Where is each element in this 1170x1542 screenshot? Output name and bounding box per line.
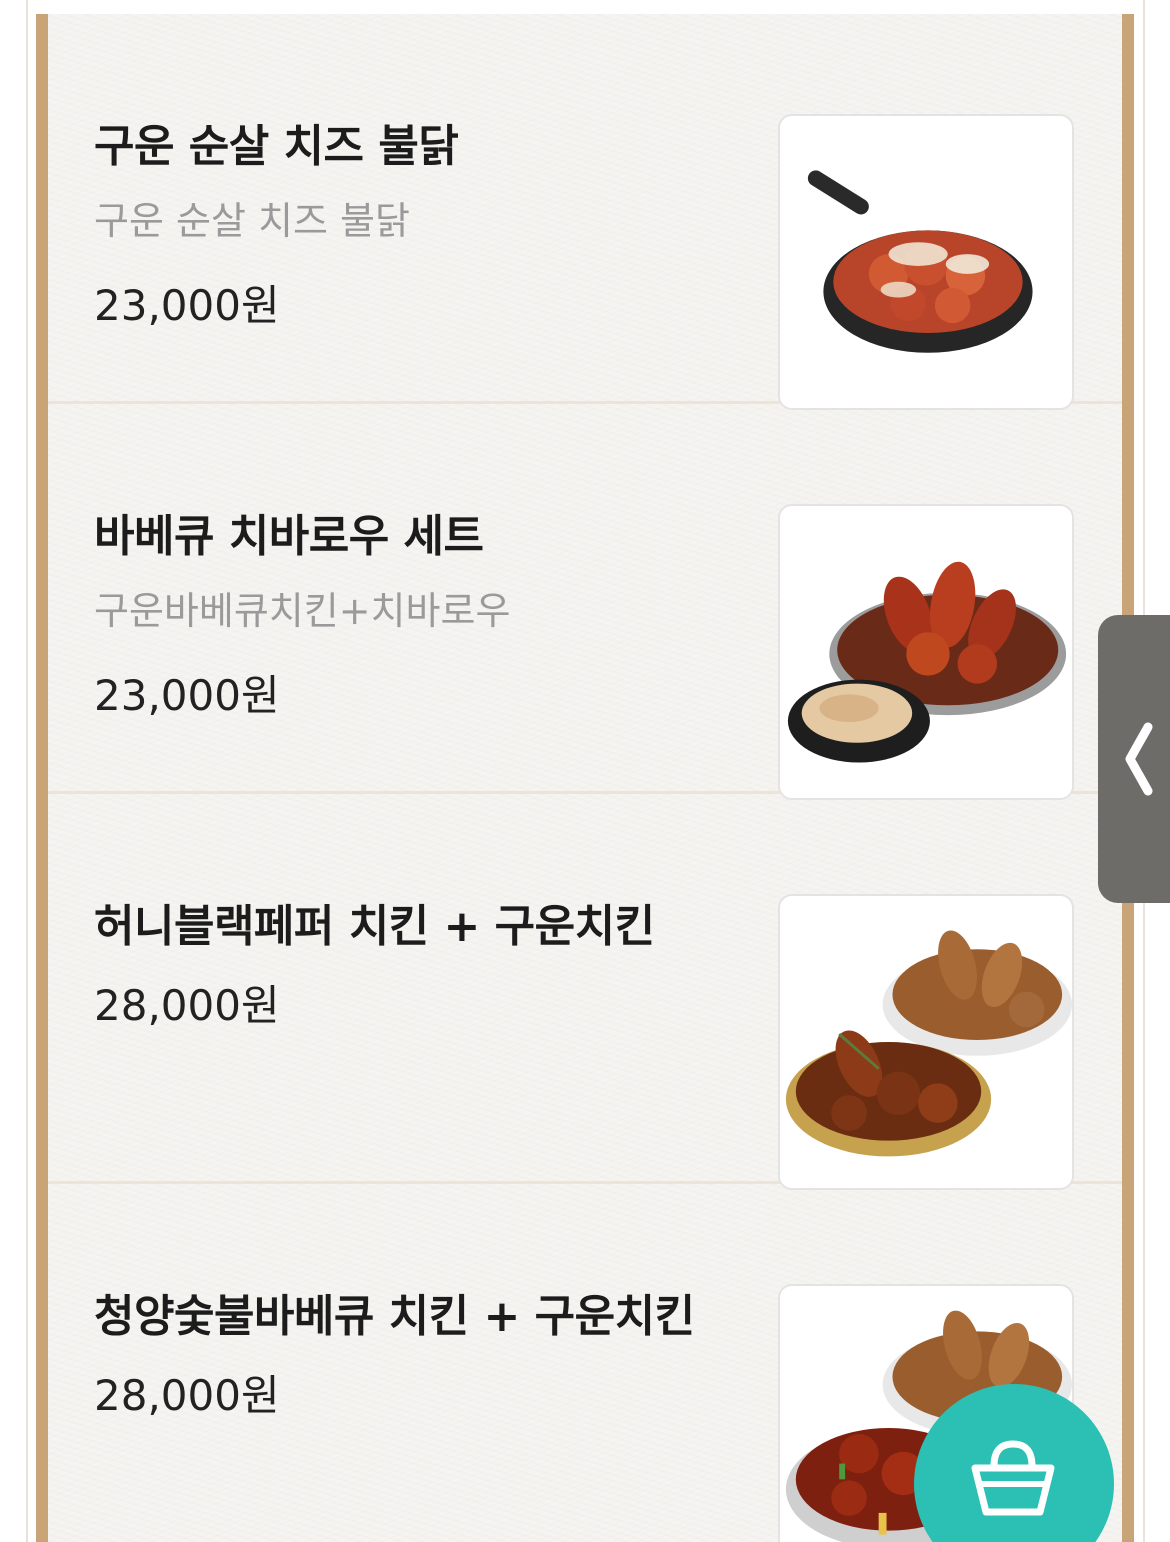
menu-item-price: 28,000원: [94, 981, 280, 1030]
menu-item[interactable]: 구운 순살 치즈 불닭 구운 순살 치즈 불닭 23,000원: [48, 14, 1122, 410]
chevron-left-icon: [1125, 722, 1153, 796]
menu-item-name: 구운 순살 치즈 불닭: [94, 121, 459, 172]
honey-black-pepper-chicken-photo[interactable]: [778, 894, 1074, 1190]
shopping-basket-icon: [971, 1440, 1055, 1516]
menu-page: 구운 순살 치즈 불닭 구운 순살 치즈 불닭 23,000원 바베큐 치바로우…: [0, 0, 1170, 1542]
bbq-chicken-set-photo[interactable]: [778, 504, 1074, 800]
menu-item-name: 바베큐 치바로우 세트: [94, 511, 484, 562]
menu-item[interactable]: 허니블랙페퍼 치킨 + 구운치킨 28,000원: [48, 794, 1122, 1190]
menu-item-price: 23,000원: [94, 281, 280, 330]
cheese-buldak-skillet-photo[interactable]: [778, 114, 1074, 410]
menu-item-description: 구운 순살 치즈 불닭: [94, 199, 410, 243]
menu-list-frame: 구운 순살 치즈 불닭 구운 순살 치즈 불닭 23,000원 바베큐 치바로우…: [36, 14, 1134, 1542]
left-edge-line: [26, 0, 28, 1542]
menu-item-description: 구운바베큐치킨+치바로우: [94, 589, 511, 633]
menu-item-price: 28,000원: [94, 1371, 280, 1420]
menu-item-price: 23,000원: [94, 671, 280, 720]
menu-item[interactable]: 바베큐 치바로우 세트 구운바베큐치킨+치바로우 23,000원: [48, 404, 1122, 800]
side-panel-toggle[interactable]: [1098, 615, 1170, 903]
menu-item-name: 청양숯불바베큐 치킨 + 구운치킨: [94, 1291, 695, 1342]
menu-item-name: 허니블랙페퍼 치킨 + 구운치킨: [94, 901, 655, 952]
